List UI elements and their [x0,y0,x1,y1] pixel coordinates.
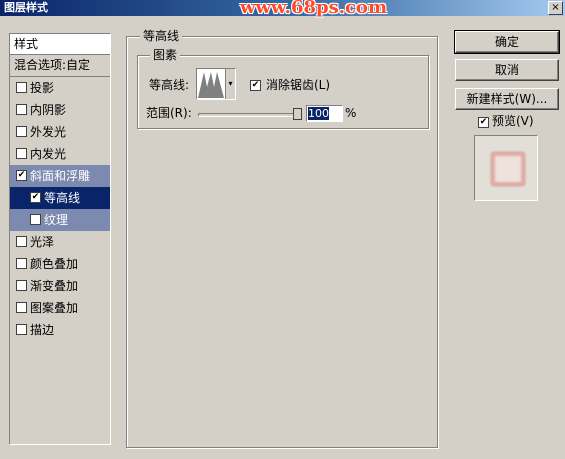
sidebar-item-inner-glow[interactable]: 内发光 [10,143,110,165]
sidebar-item-bevel-emboss[interactable]: ✔ 斜面和浮雕 [10,165,110,187]
sidebar-item-satin[interactable]: 光泽 [10,231,110,253]
cancel-button[interactable]: 取消 [455,59,559,81]
ok-button[interactable]: 确定 [454,30,560,54]
sidebar-item-label: 描边 [30,323,55,337]
range-unit: % [345,106,357,120]
sidebar-item-gradient-overlay[interactable]: 渐变叠加 [10,275,110,297]
sidebar-item-label: 投影 [30,81,55,95]
blend-options-item[interactable]: 混合选项:自定 [10,55,110,77]
sidebar-item-pattern-overlay[interactable]: 图案叠加 [10,297,110,319]
sidebar-item-texture[interactable]: 纹理 [10,209,110,231]
sidebar-item-label: 渐变叠加 [30,279,79,293]
antialias-label[interactable]: 消除锯齿(L) [266,77,330,93]
subgroup-title: 图素 [150,48,181,62]
sidebar-item-label: 斜面和浮雕 [30,169,91,183]
sidebar-item-label: 等高线 [44,191,81,205]
sidebar-item-label: 内阴影 [30,103,67,117]
checkbox[interactable] [16,126,27,137]
title-bar: 图层样式 www.68ps.com × [0,0,565,18]
checkbox[interactable] [30,214,41,225]
sidebar-item-color-overlay[interactable]: 颜色叠加 [10,253,110,275]
sidebar-item-contour[interactable]: ✔ 等高线 [10,187,110,209]
contour-picker[interactable]: ▾ [196,68,236,100]
sidebar-item-label: 图案叠加 [30,301,79,315]
sidebar-item-label: 光泽 [30,235,55,249]
sidebar-item-label: 纹理 [44,213,69,227]
checkbox[interactable] [16,280,27,291]
preview-thumbnail [491,152,525,186]
checkbox[interactable] [16,148,27,159]
range-value: 100 [308,107,329,120]
checkbox[interactable] [16,82,27,93]
checkbox[interactable] [16,302,27,313]
chevron-down-icon[interactable]: ▾ [225,69,235,99]
style-list-header[interactable]: 样式 [10,34,110,55]
style-list: 样式 混合选项:自定 投影 内阴影 外发光 内发光 ✔ 斜面和浮雕 ✔ 等高线 纹理… [9,33,111,445]
sidebar-item-outer-glow[interactable]: 外发光 [10,121,110,143]
window-title: 图层样式 [4,1,48,14]
check-icon[interactable]: ✔ [16,170,27,181]
checkbox[interactable] [16,324,27,335]
checkbox[interactable] [16,104,27,115]
group-title: 等高线 [140,29,183,43]
range-label: 范围(R): [146,106,192,120]
close-button[interactable]: × [548,1,563,15]
check-icon[interactable]: ✔ [30,192,41,203]
checkbox[interactable] [16,258,27,269]
range-input[interactable]: 100 [306,105,343,122]
watermark: www.68ps.com [240,0,387,18]
preview-label[interactable]: 预览(V) [492,113,534,129]
check-icon[interactable]: ✔ [478,117,489,128]
new-style-button[interactable]: 新建样式(W)... [455,88,559,110]
sidebar-item-label: 内发光 [30,147,67,161]
contour-curve-icon [198,72,224,98]
sidebar-item-stroke[interactable]: 描边 [10,319,110,341]
sidebar-item-label: 颜色叠加 [30,257,79,271]
range-slider-track[interactable] [198,113,300,117]
sidebar-item-drop-shadow[interactable]: 投影 [10,77,110,99]
contour-label: 等高线: [149,78,190,92]
check-icon[interactable]: ✔ [250,80,261,91]
sidebar-item-inner-shadow[interactable]: 内阴影 [10,99,110,121]
checkbox[interactable] [16,236,27,247]
range-slider-thumb[interactable] [293,108,302,120]
style-preview [474,135,538,201]
sidebar-item-label: 外发光 [30,125,67,139]
